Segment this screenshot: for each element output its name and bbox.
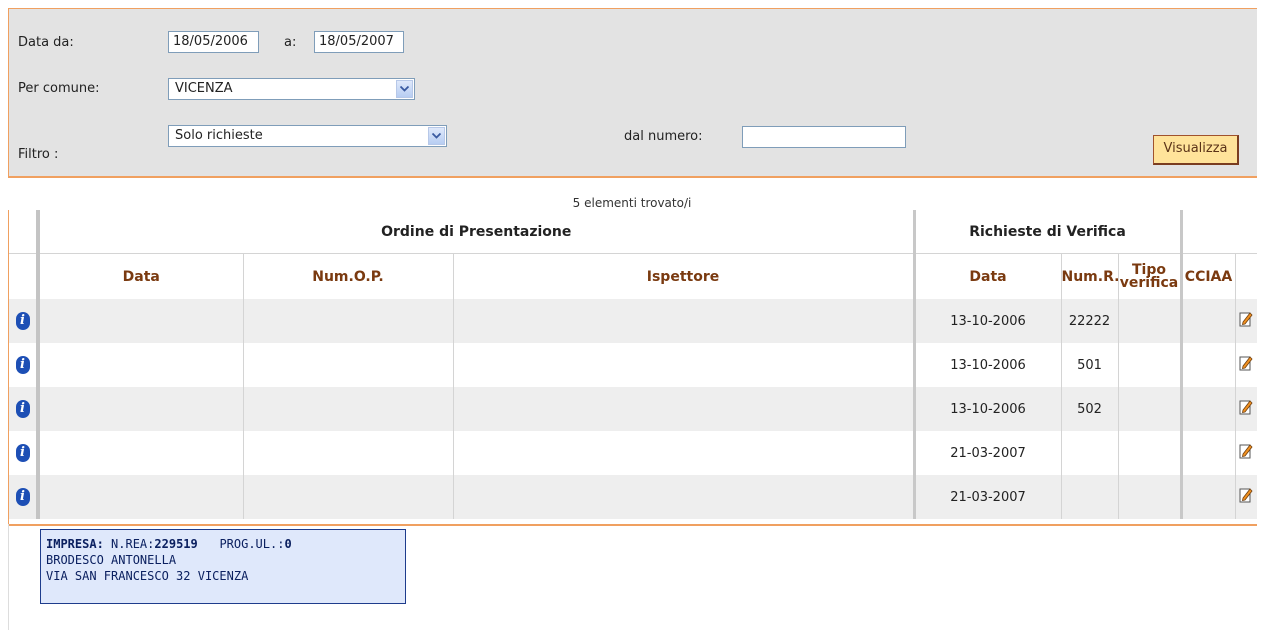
edit-icon[interactable]	[1239, 442, 1253, 460]
cell-data-richiesta: 13-10-2006	[914, 343, 1062, 387]
group-header-ordine: Ordine di Presentazione	[38, 210, 916, 254]
group-header-richieste: Richieste di Verifica	[914, 210, 1183, 254]
cell-tipo	[1118, 475, 1183, 519]
dal-numero-input[interactable]	[742, 126, 906, 148]
col-header-data: Data	[38, 253, 244, 299]
rea-label: N.REA:	[111, 537, 155, 551]
col-header-num-r: Num.R.	[1061, 253, 1119, 299]
results-table: Ordine di Presentazione Richieste di Ver…	[8, 210, 1258, 526]
info-icon[interactable]: i	[15, 444, 30, 462]
date-to-label: a:	[284, 35, 297, 50]
tooltip-line-1: IMPRESA: N.REA:229519 PROG.UL.:0	[46, 536, 400, 552]
rea-value: 229519	[154, 537, 198, 551]
page-left-border	[8, 524, 9, 630]
cell-cciaa	[1181, 387, 1236, 431]
cell-tipo	[1118, 431, 1183, 475]
col-header-tipo-verifica: Tipo verifica	[1118, 253, 1183, 299]
info-icon[interactable]: i	[15, 400, 30, 418]
table-row: i 21-03-2007	[9, 475, 1258, 519]
cell-tipo	[1118, 387, 1183, 431]
edit-icon[interactable]	[1239, 310, 1253, 328]
comune-select[interactable]: VICENZA	[168, 78, 415, 100]
impresa-tooltip: IMPRESA: N.REA:229519 PROG.UL.:0 BRODESC…	[40, 529, 406, 604]
table-row: i 21-03-2007	[9, 431, 1258, 475]
cell-cciaa	[1181, 343, 1236, 387]
info-icon[interactable]: i	[15, 356, 30, 374]
tooltip-address: VIA SAN FRANCESCO 32 VICENZA	[46, 569, 249, 583]
filter-panel: Data da: 18/05/2006 a: 18/05/2007 Per co…	[8, 8, 1257, 178]
prog-value: 0	[284, 537, 292, 551]
edit-icon[interactable]	[1239, 354, 1253, 372]
cell-tipo	[1118, 299, 1183, 343]
comune-label: Per comune:	[18, 81, 100, 96]
table-row: i 13-10-2006 502	[9, 387, 1258, 431]
cell-num-r	[1061, 431, 1119, 475]
impresa-label: IMPRESA:	[46, 537, 104, 551]
edit-icon[interactable]	[1239, 398, 1253, 416]
cell-data-richiesta: 21-03-2007	[914, 475, 1062, 519]
tooltip-name: BRODESCO ANTONELLA	[46, 553, 177, 567]
cell-ispettore	[453, 343, 916, 387]
cell-data	[38, 431, 244, 475]
cell-num-r	[1061, 475, 1119, 519]
cell-num-op	[243, 343, 454, 387]
info-icon[interactable]: i	[15, 488, 30, 506]
cell-num-op	[243, 387, 454, 431]
table-row: i 13-10-2006 501	[9, 343, 1258, 387]
info-icon[interactable]: i	[15, 312, 30, 330]
cell-data-richiesta: 13-10-2006	[914, 299, 1062, 343]
edit-icon[interactable]	[1239, 486, 1253, 504]
visualizza-button[interactable]: Visualizza	[1153, 135, 1239, 165]
cell-cciaa	[1181, 299, 1236, 343]
cell-data	[38, 343, 244, 387]
cell-data-richiesta: 13-10-2006	[914, 387, 1062, 431]
date-from-input[interactable]: 18/05/2006	[168, 31, 259, 53]
dal-numero-label: dal numero:	[624, 129, 703, 144]
table-row: i 13-10-2006 22222	[9, 299, 1258, 343]
date-to-input[interactable]: 18/05/2007	[314, 31, 404, 53]
cell-num-op	[243, 431, 454, 475]
cell-num-op	[243, 475, 454, 519]
col-header-ispettore: Ispettore	[453, 253, 916, 299]
cell-ispettore	[453, 431, 916, 475]
cell-ispettore	[453, 299, 916, 343]
cell-num-op	[243, 299, 454, 343]
cell-cciaa	[1181, 431, 1236, 475]
col-header-data-richiesta: Data	[914, 253, 1062, 299]
cell-ispettore	[453, 387, 916, 431]
filtro-label: Filtro :	[18, 147, 59, 162]
col-header-cciaa: CCIAA	[1181, 253, 1236, 299]
cell-num-r: 501	[1061, 343, 1119, 387]
verifica-label: verifica	[1119, 274, 1179, 291]
cell-cciaa	[1181, 475, 1236, 519]
cell-num-r: 502	[1061, 387, 1119, 431]
cell-num-r: 22222	[1061, 299, 1119, 343]
cell-data	[38, 387, 244, 431]
cell-data	[38, 299, 244, 343]
cell-tipo	[1118, 343, 1183, 387]
cell-data-richiesta: 21-03-2007	[914, 431, 1062, 475]
result-count: 5 elementi trovato/i	[572, 196, 692, 210]
chevron-down-icon[interactable]	[428, 127, 445, 145]
comune-select-value: VICENZA	[175, 81, 233, 96]
filtro-select-value: Solo richieste	[175, 128, 263, 143]
prog-label: PROG.UL.:	[219, 537, 285, 551]
date-from-label: Data da:	[18, 35, 74, 50]
filtro-select[interactable]: Solo richieste	[168, 125, 447, 147]
cell-data	[38, 475, 244, 519]
cell-ispettore	[453, 475, 916, 519]
col-header-num-op: Num.O.P.	[243, 253, 454, 299]
chevron-down-icon[interactable]	[396, 80, 413, 98]
